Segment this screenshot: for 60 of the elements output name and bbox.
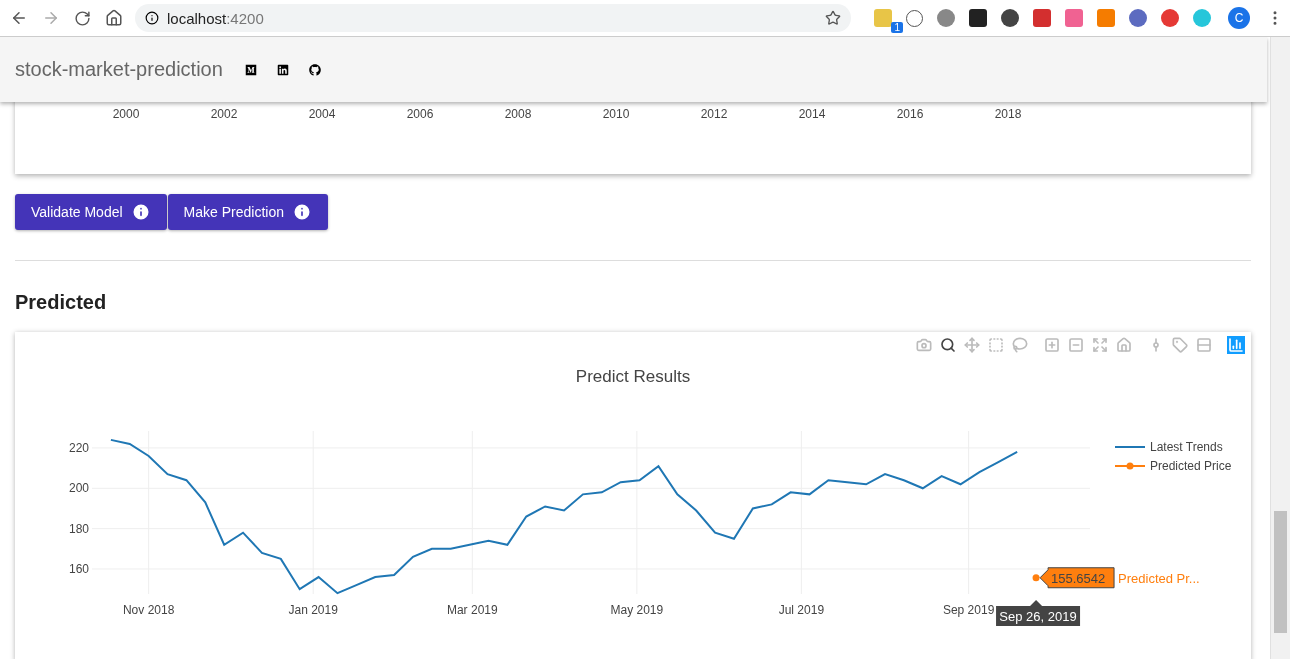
info-icon: [291, 202, 312, 222]
y-tick-label: 180: [68, 521, 89, 536]
x-tick-label: 2000: [111, 107, 141, 121]
hover-series-label: Predicted Pr...: [1118, 570, 1200, 586]
extension-badge: 1: [891, 22, 903, 33]
x-tick-label: 2014: [797, 107, 827, 121]
zoomin-icon[interactable]: [1043, 336, 1061, 354]
x-tick-label: 2018: [993, 107, 1023, 121]
x-tick-label: Jul 2019: [778, 603, 825, 617]
hover-value-label: 155.6542: [1039, 567, 1115, 589]
x-tick-label: Sep 2019: [942, 603, 995, 617]
hover-date-label: Sep 26, 2019: [996, 600, 1081, 626]
section-heading: Predicted: [15, 291, 108, 315]
x-tick-label: 2010: [601, 107, 631, 121]
select-icon[interactable]: [987, 336, 1005, 354]
scrollbar-thumb[interactable]: [1274, 511, 1287, 633]
info-icon: [130, 202, 151, 222]
info-icon: [145, 11, 159, 25]
x-tick-label: 2002: [209, 107, 239, 121]
app-title[interactable]: stock-market-prediction: [15, 58, 223, 81]
legend-label[interactable]: Predicted Price: [1150, 459, 1232, 473]
x-tick-label: 2004: [307, 107, 337, 121]
star-icon[interactable]: [825, 10, 841, 26]
x-tick-label: Nov 2018: [122, 603, 175, 617]
forward-arrow-icon[interactable]: [42, 9, 60, 27]
extension-icon[interactable]: [1161, 9, 1179, 27]
pan-icon[interactable]: [963, 336, 981, 354]
prediction-point: [1032, 574, 1040, 582]
autoscale-icon[interactable]: [1091, 336, 1109, 354]
medium-icon[interactable]: [244, 63, 257, 76]
camera-icon[interactable]: [915, 336, 933, 354]
y-tick-label: 160: [68, 562, 89, 576]
home-icon[interactable]: [105, 9, 123, 27]
action-button[interactable]: Make Prediction: [167, 194, 328, 230]
x-tick-label: 2008: [503, 107, 533, 121]
x-tick-label: 2012: [699, 107, 729, 121]
action-button[interactable]: Validate Model: [15, 194, 167, 230]
x-tick-label: 2006: [405, 107, 435, 121]
extension-icon[interactable]: [1129, 9, 1147, 27]
y-tick-label: 200: [68, 481, 89, 496]
profile-avatar[interactable]: C: [1228, 7, 1250, 29]
x-tick-label: May 2019: [610, 603, 664, 617]
x-tick-label: Mar 2019: [446, 603, 498, 617]
x-tick-label: 2016: [895, 107, 925, 121]
extension-icon[interactable]: [1001, 9, 1019, 27]
legend-swatch: [1114, 462, 1146, 470]
lasso-icon[interactable]: [1011, 336, 1029, 354]
zoom-icon[interactable]: [939, 336, 957, 354]
github-icon[interactable]: [308, 63, 321, 76]
logo-icon[interactable]: [1227, 336, 1245, 354]
y-tick-label: 220: [68, 440, 89, 455]
zoomout-icon[interactable]: [1067, 336, 1085, 354]
linkedin-icon[interactable]: [276, 63, 289, 76]
reload-icon[interactable]: [74, 9, 91, 27]
chart-title: Predict Results: [575, 367, 691, 386]
legend-label[interactable]: Latest Trends: [1150, 440, 1223, 454]
extension-icon[interactable]: [906, 9, 923, 27]
address-bar[interactable]: localhost:4200: [135, 4, 851, 32]
url-text: localhost:4200: [167, 9, 265, 27]
x-tick-label: Jan 2019: [288, 603, 338, 617]
